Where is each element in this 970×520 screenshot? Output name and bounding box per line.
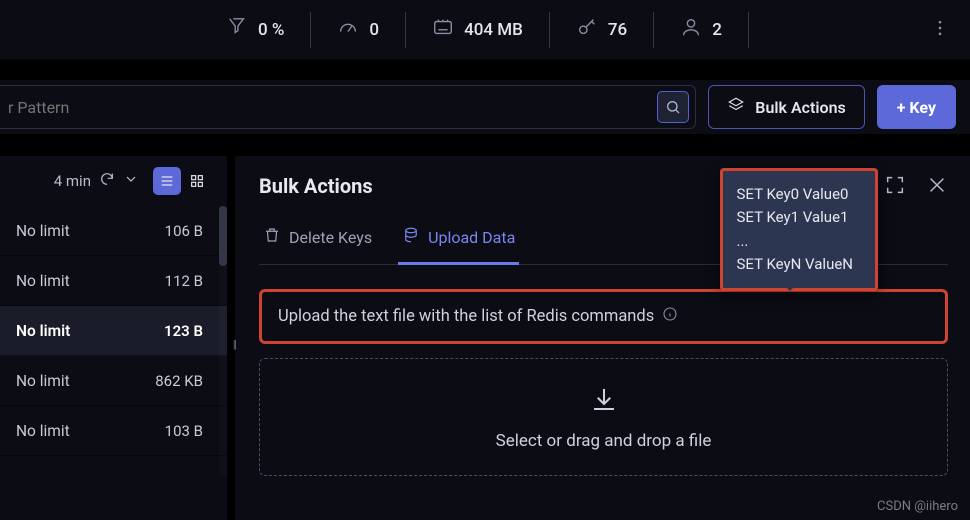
command-example-tooltip: SET Key0 Value0 SET Key1 Value1 ... SET … [720, 168, 879, 291]
stat-memory: 404 MB [406, 12, 550, 48]
key-row[interactable]: No limit103 B [0, 406, 227, 456]
refresh-icon [99, 171, 115, 191]
database-upload-icon [402, 226, 420, 248]
fullscreen-icon[interactable] [884, 174, 906, 196]
stat-throughput: 0 [311, 12, 406, 48]
user-icon [680, 16, 702, 43]
keys-sidebar: 4 min No limit106 B No limit112 B No lim… [0, 156, 235, 520]
list-view-button[interactable] [153, 167, 181, 195]
tab-upload-data[interactable]: Upload Data [398, 216, 519, 265]
toolbar: Bulk Actions + Key [0, 80, 970, 134]
key-row[interactable]: No limit106 B [0, 206, 227, 256]
bulk-actions-label: Bulk Actions [755, 98, 845, 117]
main-panel: Bulk Actions SET Key0 Value0 SET Key1 Va… [235, 156, 970, 520]
panel-title: Bulk Actions [259, 174, 373, 198]
key-list: No limit106 B No limit112 B No limit123 … [0, 206, 227, 456]
upload-instructions: Upload the text file with the list of Re… [259, 289, 948, 344]
download-icon [589, 384, 619, 419]
memory-value: 404 MB [464, 20, 523, 40]
gauge-icon [337, 16, 359, 43]
add-key-button[interactable]: + Key [877, 85, 956, 129]
file-dropzone[interactable]: Select or drag and drop a file [259, 358, 948, 476]
upload-hint-text: Upload the text file with the list of Re… [278, 307, 654, 326]
refresh-control[interactable]: 4 min [54, 171, 139, 191]
sidebar-header: 4 min [0, 156, 227, 206]
key-row[interactable]: No limit123 B [0, 306, 227, 356]
close-icon[interactable] [926, 174, 948, 196]
funnel-icon [226, 16, 248, 43]
memory-icon [432, 16, 454, 43]
clients-value: 2 [712, 20, 722, 40]
key-row[interactable]: No limit112 B [0, 256, 227, 306]
search-box[interactable] [0, 85, 696, 129]
key-row[interactable]: No limit862 KB [0, 356, 227, 406]
layers-icon [727, 96, 745, 118]
info-icon[interactable] [662, 306, 678, 327]
stat-keys: 76 [550, 12, 654, 48]
status-bar: 0 % 0 404 MB 76 2 [0, 0, 970, 60]
divider [0, 134, 970, 156]
refresh-label: 4 min [54, 172, 91, 190]
key-icon [576, 16, 598, 43]
search-input[interactable] [8, 98, 657, 117]
tab-label: Upload Data [428, 228, 515, 247]
stat-cpu: 0 % [200, 12, 311, 48]
trash-icon [263, 226, 281, 248]
stat-clients: 2 [654, 12, 749, 48]
tab-delete-keys[interactable]: Delete Keys [259, 216, 376, 265]
watermark: CSDN @iihero [877, 499, 958, 514]
view-toggle [153, 167, 211, 195]
divider [0, 60, 970, 80]
search-button[interactable] [657, 91, 689, 123]
workspace: 4 min No limit106 B No limit112 B No lim… [0, 156, 970, 520]
tab-label: Delete Keys [289, 228, 372, 247]
throughput-value: 0 [369, 20, 379, 40]
cpu-value: 0 % [258, 20, 284, 40]
more-menu[interactable] [910, 18, 970, 42]
dropzone-label: Select or drag and drop a file [496, 431, 712, 451]
add-key-label: + Key [897, 98, 936, 117]
scrollbar-thumb[interactable] [219, 206, 227, 266]
tree-view-button[interactable] [183, 167, 211, 195]
chevron-down-icon [123, 171, 139, 191]
keys-value: 76 [608, 20, 627, 40]
bulk-actions-button[interactable]: Bulk Actions [708, 85, 864, 129]
